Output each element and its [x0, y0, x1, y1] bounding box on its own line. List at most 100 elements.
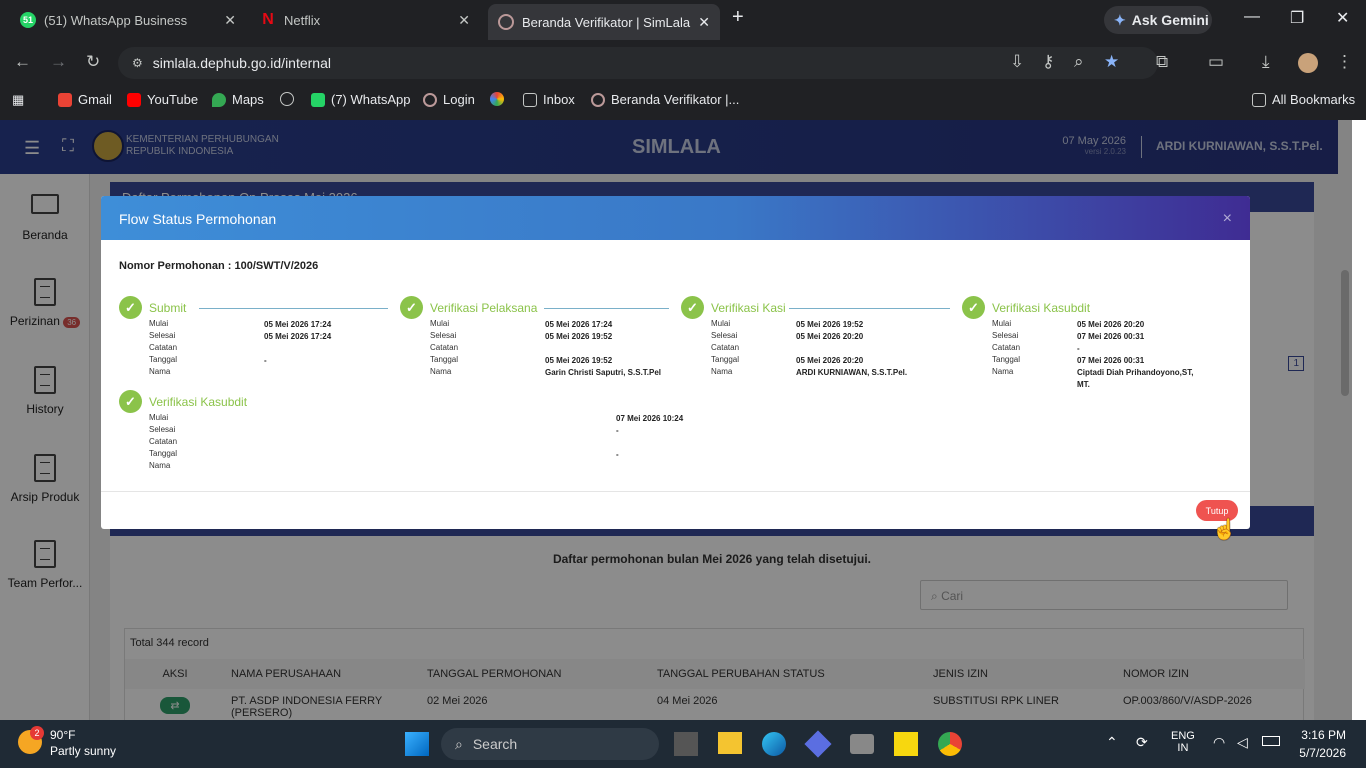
bookmark-maps[interactable]: Maps: [212, 92, 264, 107]
field-value: 05 Mei 2026 19:52: [796, 320, 864, 329]
bookmark-label: YouTube: [147, 92, 199, 107]
bookmark-pinwheel[interactable]: [490, 92, 510, 106]
edge-icon[interactable]: [762, 732, 786, 756]
tab-simlala[interactable]: Beranda Verifikator | SimLala ✕: [488, 4, 720, 40]
all-bookmarks[interactable]: All Bookmarks: [1252, 92, 1355, 107]
battery-icon[interactable]: [1262, 736, 1280, 746]
tray-chevron-icon[interactable]: ⌃: [1106, 734, 1118, 751]
field-value: -: [616, 450, 619, 459]
field-label: Nama: [711, 367, 733, 376]
language-indicator[interactable]: ENG IN: [1171, 730, 1195, 754]
field-label: Selesai: [711, 331, 738, 340]
field-label: Selesai: [149, 331, 176, 340]
youtube-icon: [127, 92, 141, 107]
simlala-icon: [498, 14, 514, 30]
back-icon[interactable]: ←: [14, 52, 31, 72]
field-label: Nama: [430, 367, 452, 376]
window-close-icon[interactable]: ✕: [1336, 8, 1349, 28]
restore-icon[interactable]: ❐: [1290, 8, 1304, 28]
step-title: Verifikasi Kasubdit: [149, 395, 248, 409]
windows-start-icon[interactable]: [405, 732, 429, 756]
field-label: Tanggal: [149, 355, 178, 364]
modal-footer-divider: [101, 491, 1250, 492]
install-app-icon[interactable]: ⇩: [1010, 52, 1024, 72]
reload-icon[interactable]: ↻: [86, 52, 100, 72]
check-icon: ✓: [681, 296, 704, 319]
bookmark-inbox[interactable]: Inbox: [523, 92, 575, 107]
whatsapp-icon: 51: [20, 12, 36, 28]
clock-time: 3:16 PM: [1301, 728, 1346, 742]
field-value: -: [1077, 344, 1080, 353]
file-explorer-icon[interactable]: [718, 732, 742, 754]
site-info-icon[interactable]: ⚙: [132, 56, 143, 70]
menu-icon[interactable]: ⋮: [1336, 52, 1353, 72]
lang-line2: IN: [1177, 742, 1189, 754]
field-label: Tanggal: [149, 449, 178, 458]
clock[interactable]: 3:16 PM 5/7/2026: [1296, 728, 1346, 760]
field-label: Catatan: [149, 437, 178, 446]
modal-close-icon[interactable]: ×: [1223, 210, 1232, 228]
flow-connector: [789, 308, 950, 309]
field-value: ARDI KURNIAWAN, S.S.T.Pel.: [796, 368, 908, 377]
pinwheel-icon: [490, 92, 504, 106]
field-value: -: [264, 356, 267, 365]
wifi-icon[interactable]: ◠: [1213, 734, 1225, 751]
taskbar-search[interactable]: ⌕ Search: [441, 728, 659, 760]
flow-connector: [199, 308, 388, 309]
zoom-icon[interactable]: ⌕: [1074, 52, 1084, 72]
app-icon[interactable]: [804, 730, 832, 758]
check-icon: ✓: [400, 296, 423, 319]
bookmark-beranda[interactable]: Beranda Verifikator |...: [591, 92, 739, 107]
apps-icon[interactable]: ▦: [12, 92, 24, 108]
taskbar: 2 90°F Partly sunny ⌕ Search ⌃ ⟳ ENG IN ◠…: [0, 720, 1366, 768]
field-value: 05 Mei 2026 19:52: [545, 356, 613, 365]
ask-gemini-button[interactable]: ✦ Ask Gemini: [1104, 6, 1212, 34]
weather-temp: 90°F: [50, 728, 76, 742]
bookmark-login[interactable]: Login: [423, 92, 475, 107]
modal-title: Flow Status Permohonan: [119, 211, 277, 227]
bookmark-whatsapp[interactable]: (7) WhatsApp: [311, 92, 410, 107]
tab-whatsapp[interactable]: 51 (51) WhatsApp Business ✕: [10, 6, 246, 34]
close-icon[interactable]: ✕: [458, 12, 470, 29]
forward-icon[interactable]: →: [50, 52, 67, 72]
field-label: Nama: [149, 367, 171, 376]
close-icon[interactable]: ✕: [698, 14, 710, 31]
profile-avatar[interactable]: [1298, 53, 1318, 73]
tab-netflix[interactable]: N Netflix ✕: [252, 6, 480, 34]
address-bar[interactable]: ⚙ simlala.dephub.go.id/internal: [118, 47, 1158, 79]
url-text[interactable]: simlala.dephub.go.id/internal: [153, 55, 331, 71]
field-value: 05 Mei 2026 17:24: [264, 320, 332, 329]
bookmark-globe[interactable]: [280, 92, 300, 106]
field-label: Tanggal: [430, 355, 459, 364]
chrome-icon[interactable]: [938, 732, 962, 756]
password-key-icon[interactable]: ⚷: [1042, 52, 1054, 72]
gemini-icon: ✦: [1114, 11, 1126, 28]
volume-icon[interactable]: ◁: [1237, 734, 1248, 751]
field-value: 05 Mei 2026 20:20: [796, 332, 864, 341]
media-icon[interactable]: ▭: [1208, 52, 1224, 72]
mouse-cursor-icon: ☝: [1212, 519, 1237, 541]
field-value: -: [616, 426, 619, 435]
whatsapp-icon: [311, 92, 325, 107]
field-label: Catatan: [149, 343, 178, 352]
field-label: Catatan: [711, 343, 740, 352]
extensions-icon[interactable]: ⧉: [1156, 52, 1168, 72]
sync-icon[interactable]: ⟳: [1136, 734, 1148, 751]
close-icon[interactable]: ✕: [224, 12, 236, 29]
new-tab-icon[interactable]: +: [732, 6, 744, 29]
camera-icon[interactable]: [850, 734, 874, 754]
bookmark-star-icon[interactable]: ★: [1104, 52, 1119, 72]
lang-line1: ENG: [1171, 730, 1195, 742]
minimize-icon[interactable]: —: [1244, 8, 1260, 26]
field-value: 07 Mei 2026 00:31: [1077, 356, 1145, 365]
bookmark-gmail[interactable]: Gmail: [58, 92, 112, 107]
bookmark-label: (7) WhatsApp: [331, 92, 411, 107]
task-view-icon[interactable]: [674, 732, 698, 756]
step-title: Verifikasi Kasubdit: [992, 301, 1091, 315]
sticky-notes-icon[interactable]: [894, 732, 918, 756]
modal-header: Flow Status Permohonan ×: [101, 196, 1250, 240]
downloads-icon[interactable]: ⤓: [1262, 52, 1270, 72]
bookmark-youtube[interactable]: YouTube: [127, 92, 198, 107]
tab-label: Netflix: [284, 12, 321, 28]
field-value: 07 Mei 2026 10:24: [616, 414, 684, 423]
